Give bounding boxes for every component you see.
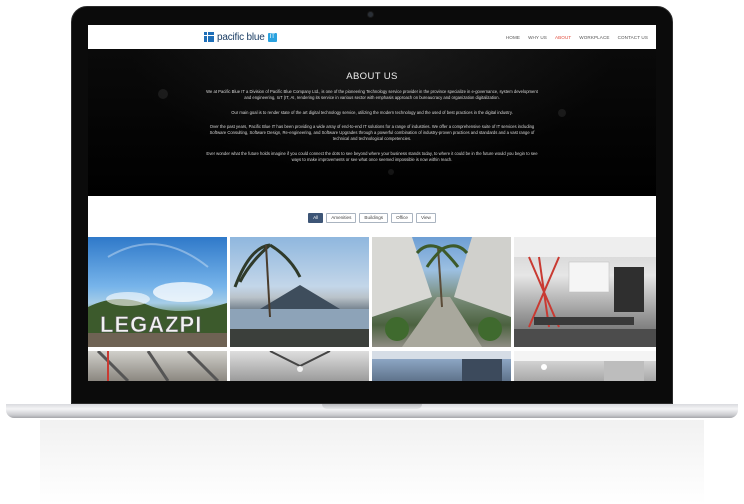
camera-icon (368, 12, 373, 17)
gallery-photo-mayon-volcano[interactable] (230, 237, 369, 347)
gallery-photo-8[interactable] (514, 351, 656, 381)
filter-all[interactable]: All (308, 213, 324, 223)
brand-name: pacific blue (217, 31, 265, 43)
laptop-mockup: pacific blue IT HOME WHY US ABOUT WORKPL… (0, 0, 744, 504)
filter-office[interactable]: Office (391, 213, 413, 223)
nav-item-about[interactable]: ABOUT (555, 35, 571, 40)
gallery-filter: All Amenities Buildings Office View (88, 213, 656, 225)
filter-buildings[interactable]: Buildings (359, 213, 389, 223)
laptop-notch (322, 404, 422, 409)
gallery-photo-courtyard[interactable] (372, 237, 511, 347)
light-flare (388, 169, 394, 175)
filter-amenities[interactable]: Amenities (326, 213, 357, 223)
photo-gallery: LEGAZPI (88, 237, 656, 381)
main-nav: HOME WHY US ABOUT WORKPLACE CONTACT US (506, 25, 648, 49)
brand-badge: IT (267, 32, 277, 42)
legazpi-sign-text: LEGAZPI (100, 312, 202, 337)
brand-logo[interactable]: pacific blue IT (204, 31, 277, 43)
about-paragraph-4: Ever wonder what the future holds imagin… (206, 151, 538, 163)
gallery-photo-7[interactable] (372, 351, 511, 381)
gallery-photo-office-interior[interactable]: › (514, 237, 656, 347)
about-paragraph-2: Our main goal is to render state of the … (231, 110, 513, 115)
about-paragraph-1: We at Pacific Blue IT a Division of Paci… (206, 89, 538, 101)
filter-view[interactable]: View (415, 213, 436, 223)
nav-item-workplace[interactable]: WORKPLACE (579, 35, 609, 40)
nav-item-why-us[interactable]: WHY US (528, 35, 547, 40)
gallery-photo-legazpi-sign[interactable]: LEGAZPI (88, 237, 227, 347)
site-navbar: pacific blue IT HOME WHY US ABOUT WORKPL… (88, 25, 656, 50)
gallery-photo-6[interactable] (230, 351, 369, 381)
gallery-photo-5[interactable] (88, 351, 227, 381)
about-hero: ABOUT US We at Pacific Blue IT a Divisio… (88, 49, 656, 196)
browser-screen: pacific blue IT HOME WHY US ABOUT WORKPL… (88, 25, 656, 381)
nav-item-contact-us[interactable]: CONTACT US (618, 35, 648, 40)
nav-item-home[interactable]: HOME (506, 35, 520, 40)
light-flare (158, 89, 168, 99)
page-title: ABOUT US (346, 71, 398, 82)
about-paragraph-3: Over the past years, Pacific Blue IT has… (209, 124, 535, 142)
light-flare (558, 109, 566, 117)
grid-logo-icon (204, 32, 214, 42)
laptop-reflection (40, 420, 704, 504)
